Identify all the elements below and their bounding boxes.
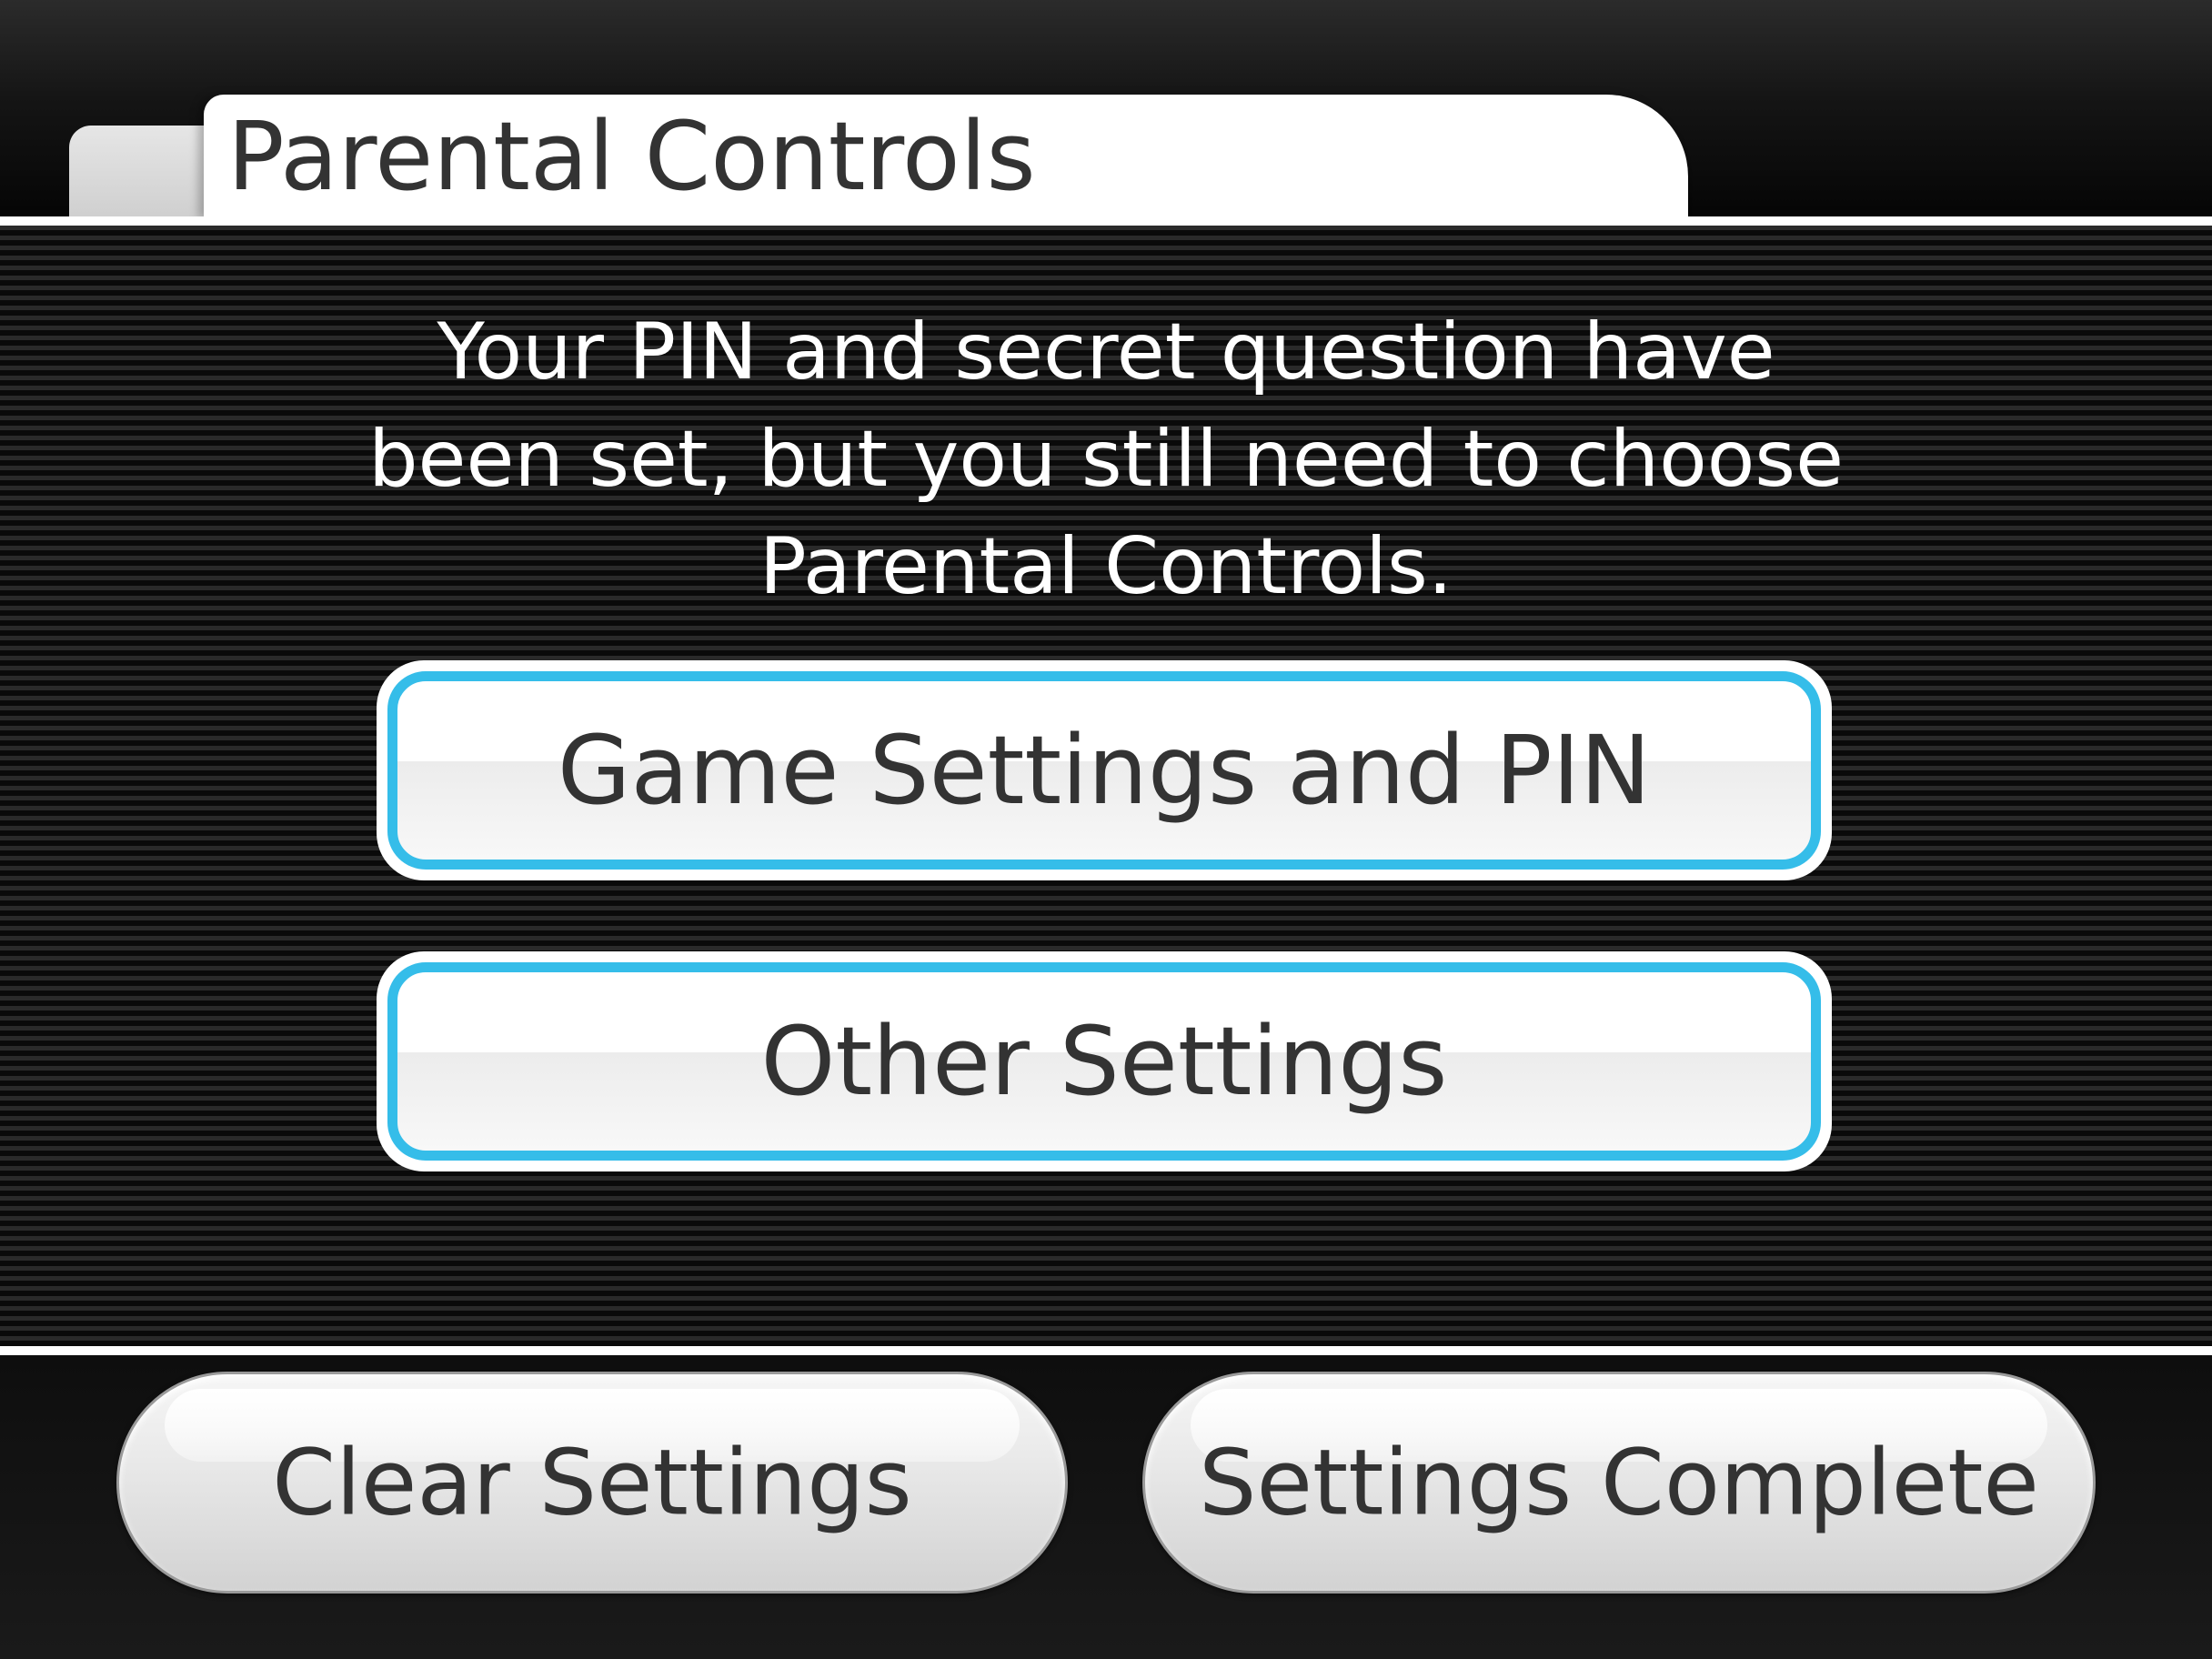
header-divider: [0, 216, 2212, 226]
header-tab-back: [69, 126, 215, 218]
game-settings-button-label: Game Settings and PIN: [557, 715, 1652, 826]
instruction-message: Your PIN and secret question have been s…: [367, 307, 1845, 612]
settings-complete-button-label: Settings Complete: [1199, 1429, 2039, 1536]
page-title: Parental Controls: [227, 101, 1036, 212]
other-settings-button-label: Other Settings: [760, 1006, 1448, 1117]
game-settings-and-pin-button[interactable]: Game Settings and PIN: [377, 660, 1832, 880]
game-settings-button-face: Game Settings and PIN: [387, 671, 1821, 870]
footer-divider: [0, 1346, 2212, 1355]
clear-settings-button-label: Clear Settings: [272, 1429, 912, 1536]
other-settings-button[interactable]: Other Settings: [377, 951, 1832, 1171]
other-settings-button-face: Other Settings: [387, 962, 1821, 1161]
settings-complete-button[interactable]: Settings Complete: [1142, 1372, 2096, 1594]
clear-settings-button[interactable]: Clear Settings: [116, 1372, 1068, 1594]
